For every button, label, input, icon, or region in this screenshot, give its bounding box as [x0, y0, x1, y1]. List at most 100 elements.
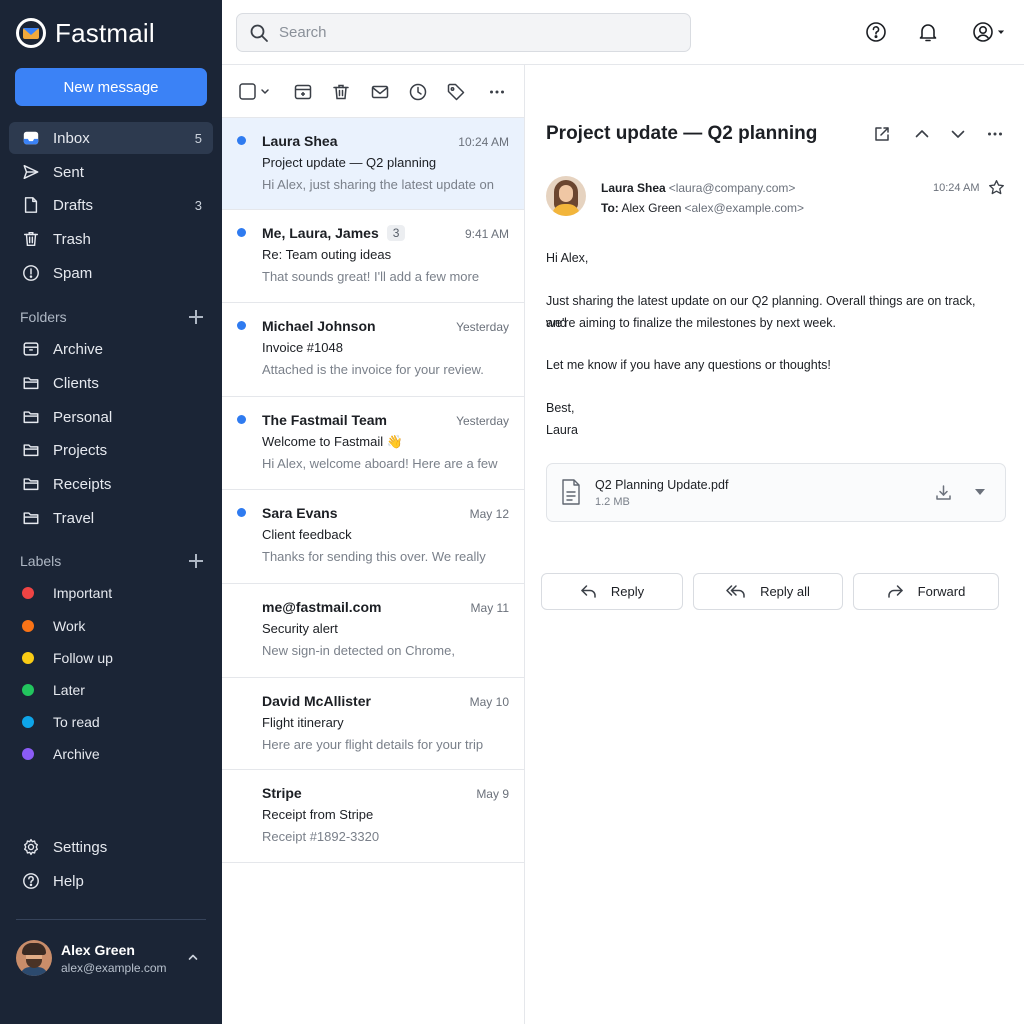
- sidebar-item-settings[interactable]: Settings: [9, 831, 213, 863]
- message-row[interactable]: David McAllister May 10 Flight itinerary…: [222, 678, 524, 770]
- message-row[interactable]: Me, Laura, James 3 9:41 AM Re: Team outin…: [222, 210, 524, 303]
- sidebar-item-label: Spam: [53, 264, 93, 282]
- unread-dot: [237, 508, 246, 517]
- chevron-up-icon: [915, 130, 929, 138]
- sidebar-item-folder-archive[interactable]: Archive: [9, 333, 213, 365]
- message-subject: Security alert: [262, 621, 338, 636]
- sidebar-item-folder-projects[interactable]: Projects: [9, 434, 213, 466]
- message-row[interactable]: Michael Johnson Yesterday Invoice #1048 …: [222, 303, 524, 397]
- search-input[interactable]: [279, 24, 659, 41]
- label-color-dot: [22, 587, 34, 599]
- search-bar[interactable]: [236, 13, 691, 52]
- sidebar: Fastmail New message Inbox 5 Sent Drafts…: [0, 0, 222, 1024]
- label-color-dot: [22, 684, 34, 696]
- archive-button[interactable]: [293, 82, 313, 102]
- message-row[interactable]: Stripe May 9 Receipt from Stripe Receipt…: [222, 770, 524, 863]
- select-all-checkbox[interactable]: [239, 82, 273, 102]
- user-circle-icon: [973, 22, 1004, 42]
- message-subject: Flight itinerary: [262, 715, 344, 730]
- sidebar-item-help[interactable]: Help: [9, 865, 213, 897]
- previous-message-button[interactable]: [913, 125, 931, 143]
- label-archive[interactable]: Archive: [22, 743, 100, 765]
- checkbox-icon: [239, 83, 269, 100]
- sidebar-item-label: Settings: [53, 838, 108, 856]
- new-message-button[interactable]: New message: [15, 68, 207, 106]
- sidebar-item-folder-travel[interactable]: Travel: [9, 502, 213, 534]
- sidebar-item-drafts[interactable]: Drafts 3: [9, 189, 213, 221]
- help-icon: [22, 872, 40, 890]
- mail-icon: [371, 85, 389, 99]
- fastmail-logo-icon: [16, 18, 46, 48]
- help-button[interactable]: [865, 21, 887, 43]
- message-title: Project update — Q2 planning: [546, 123, 818, 144]
- inbox-icon: [22, 129, 40, 147]
- message-row[interactable]: Laura Shea 10:24 AM Project update — Q2 …: [222, 118, 524, 210]
- message-subject: Project update — Q2 planning: [262, 155, 437, 170]
- sender-name[interactable]: Laura Shea: [601, 181, 666, 195]
- body-paragraph-1b: we're aiming to finalize the milestones …: [546, 316, 837, 330]
- forward-button[interactable]: Forward: [853, 573, 999, 610]
- trash-icon: [22, 230, 40, 248]
- unread-dot: [237, 415, 246, 424]
- open-in-new-window-button[interactable]: [873, 125, 891, 143]
- sidebar-item-label: Drafts: [53, 196, 94, 214]
- reply-icon: [581, 585, 596, 598]
- next-message-button[interactable]: [949, 125, 967, 143]
- sender-avatar: [546, 176, 586, 216]
- mark-unread-button[interactable]: [370, 82, 390, 102]
- message-time: May 11: [470, 601, 509, 615]
- draft-icon: [22, 196, 40, 214]
- profile-menu-button[interactable]: [972, 21, 1008, 43]
- notifications-button[interactable]: [917, 21, 939, 43]
- body-paragraph-2: Let me know if you have any questions or…: [546, 358, 831, 372]
- sidebar-item-folder-personal[interactable]: Personal: [9, 401, 213, 433]
- label-later[interactable]: Later: [22, 679, 85, 701]
- label-follow-up[interactable]: Follow up: [22, 647, 113, 669]
- message-subject: Re: Team outing ideas: [262, 247, 392, 262]
- message-row[interactable]: Sara Evans May 12 Client feedback Thanks…: [222, 490, 524, 584]
- label-work[interactable]: Work: [22, 615, 85, 637]
- sidebar-item-sent[interactable]: Sent: [9, 156, 213, 188]
- sidebar-divider: [16, 919, 206, 920]
- add-label-icon[interactable]: [188, 553, 204, 569]
- delete-button[interactable]: [331, 82, 351, 102]
- message-row[interactable]: The Fastmail Team Yesterday Welcome to F…: [222, 397, 524, 490]
- bell-icon: [919, 24, 937, 42]
- star-icon[interactable]: [988, 179, 1005, 196]
- label-important[interactable]: Important: [22, 582, 112, 604]
- attachment-menu-caret-icon[interactable]: [975, 489, 985, 495]
- trash-icon: [333, 84, 349, 100]
- message-preview: Hi Alex, welcome aboard! Here are a few: [262, 456, 498, 471]
- message-more-button[interactable]: [986, 125, 1004, 143]
- label-color-dot: [22, 620, 34, 632]
- sidebar-item-trash[interactable]: Trash: [9, 223, 213, 255]
- add-folder-icon[interactable]: [188, 309, 204, 325]
- sidebar-item-label: Travel: [53, 509, 95, 527]
- reply-button[interactable]: Reply: [541, 573, 683, 610]
- label-button[interactable]: [446, 82, 466, 102]
- reply-all-button[interactable]: Reply all: [693, 573, 843, 610]
- folders-heading: Folders: [20, 307, 204, 327]
- message-time: May 9: [476, 787, 509, 801]
- more-button[interactable]: [487, 82, 507, 102]
- external-link-icon: [875, 127, 889, 141]
- message-row[interactable]: me@fastmail.com May 11 Security alert Ne…: [222, 584, 524, 678]
- sidebar-item-folder-clients[interactable]: Clients: [9, 367, 213, 399]
- app-name: Fastmail: [55, 17, 155, 48]
- recipient-name[interactable]: Alex Green: [621, 201, 681, 215]
- snooze-button[interactable]: [408, 82, 428, 102]
- message-preview: Here are your flight details for your tr…: [262, 737, 484, 752]
- recipient-email: <alex@example.com>: [684, 201, 805, 215]
- message-sender: David McAllister: [262, 693, 371, 709]
- brand[interactable]: Fastmail: [16, 16, 155, 50]
- sidebar-item-spam[interactable]: Spam: [9, 257, 213, 289]
- sidebar-item-folder-receipts[interactable]: Receipts: [9, 468, 213, 500]
- unread-dot: [237, 228, 246, 237]
- label-to-read[interactable]: To read: [22, 711, 100, 733]
- download-icon[interactable]: [935, 484, 952, 501]
- sidebar-item-inbox[interactable]: Inbox 5: [9, 122, 213, 154]
- attachment-card[interactable]: Q2 Planning Update.pdf 1.2 MB: [546, 463, 1006, 522]
- sidebar-item-label: Projects: [53, 441, 108, 459]
- folder-icon: [22, 374, 40, 392]
- account-menu[interactable]: Alex Green alex@example.com: [16, 940, 206, 976]
